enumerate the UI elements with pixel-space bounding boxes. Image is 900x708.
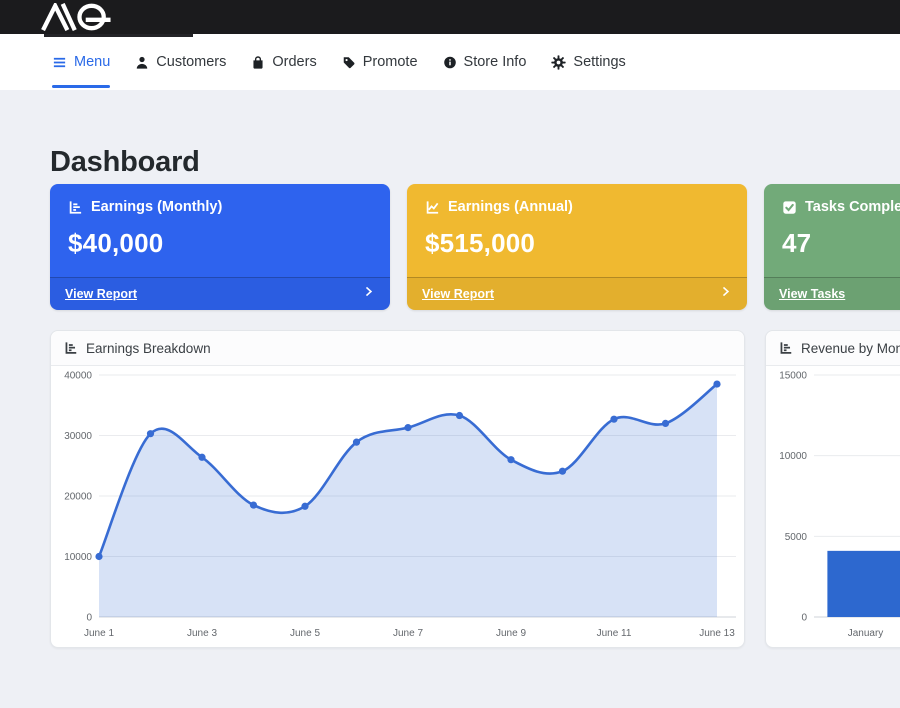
bar-chart-icon (68, 200, 83, 215)
svg-text:10000: 10000 (64, 552, 92, 563)
tag-icon (342, 55, 356, 70)
line-chart-icon (425, 200, 440, 215)
nav-item-label: Store Info (464, 54, 527, 70)
panel-header: Revenue by Month (766, 331, 900, 366)
svg-text:June 7: June 7 (393, 628, 423, 639)
nav-item-menu[interactable]: Menu (52, 34, 110, 90)
svg-text:June 9: June 9 (496, 628, 526, 639)
card-title: Earnings (Monthly) (91, 199, 222, 215)
info-icon (443, 55, 457, 70)
nav-item-label: Menu (74, 54, 110, 70)
bag-icon (251, 55, 265, 70)
card-value: $515,000 (407, 215, 747, 259)
brand-logo-icon (40, 3, 132, 31)
card-earnings-annual: Earnings (Annual) $515,000 View Report (407, 184, 747, 310)
view-report-link[interactable]: View Report (65, 287, 137, 301)
panel-earnings-breakdown: Earnings Breakdown 0 10000 20000 30000 40000… (50, 330, 745, 648)
svg-text:0: 0 (86, 613, 92, 624)
svg-text:5000: 5000 (785, 532, 808, 543)
nav-item-label: Customers (156, 54, 226, 70)
bar-chart-icon (64, 341, 78, 355)
svg-text:15000: 15000 (779, 371, 807, 382)
check-square-icon (782, 200, 797, 215)
svg-text:30000: 30000 (64, 431, 92, 442)
card-value: $40,000 (50, 215, 390, 259)
svg-text:June 1: June 1 (84, 628, 114, 639)
svg-text:June 13: June 13 (699, 628, 735, 639)
panel-title: Earnings Breakdown (86, 341, 211, 356)
svg-text:10000: 10000 (779, 451, 807, 462)
page-title: Dashboard (50, 146, 200, 179)
card-title: Tasks Completed (805, 199, 900, 215)
dashboard-screen: Menu Customers Orders Promote Store I (0, 0, 900, 708)
chevron-right-icon (719, 285, 732, 303)
nav-item-label: Settings (573, 54, 625, 70)
chevron-right-icon (362, 285, 375, 303)
panel-header: Earnings Breakdown (51, 331, 744, 366)
card-footer: View Report (407, 277, 747, 310)
card-earnings-monthly: Earnings (Monthly) $40,000 View Report (50, 184, 390, 310)
svg-text:January: January (848, 628, 884, 639)
top-app-bar (0, 0, 900, 34)
nav-item-store-info[interactable]: Store Info (443, 34, 527, 90)
panel-title: Revenue by Month (801, 341, 900, 356)
svg-text:0: 0 (801, 613, 807, 624)
card-footer: View Tasks (764, 277, 900, 310)
nav-item-promote[interactable]: Promote (342, 34, 418, 90)
card-value: 47 (764, 215, 900, 259)
card-footer: View Report (50, 277, 390, 310)
active-tab-indicator (52, 85, 110, 88)
card-tasks-completed: Tasks Completed 47 View Tasks (764, 184, 900, 310)
card-title: Earnings (Annual) (448, 199, 573, 215)
gear-icon (551, 55, 566, 70)
brand-logo[interactable] (40, 2, 132, 32)
svg-text:June 3: June 3 (187, 628, 217, 639)
svg-text:June 5: June 5 (290, 628, 320, 639)
person-icon (135, 55, 149, 70)
nav-item-orders[interactable]: Orders (251, 34, 316, 90)
nav-item-label: Promote (363, 54, 418, 70)
bar-chart-icon (779, 341, 793, 355)
svg-text:June 11: June 11 (597, 628, 632, 639)
revenue-by-month-chart: 0 5000 10000 15000 January (766, 366, 900, 647)
hamburger-icon (52, 55, 67, 70)
view-tasks-link[interactable]: View Tasks (779, 287, 845, 301)
view-report-link[interactable]: View Report (422, 287, 494, 301)
stat-cards-row: Earnings (Monthly) $40,000 View Report E… (50, 184, 900, 310)
main-navbar: Menu Customers Orders Promote Store I (0, 34, 900, 90)
nav-item-settings[interactable]: Settings (551, 34, 625, 90)
nav-item-label: Orders (272, 54, 316, 70)
svg-text:20000: 20000 (64, 492, 92, 503)
svg-text:40000: 40000 (64, 371, 92, 382)
panel-revenue-by-month: Revenue by Month 0 5000 10000 15000 January (765, 330, 900, 648)
brand-shadow (44, 34, 193, 37)
nav-item-customers[interactable]: Customers (135, 34, 226, 90)
earnings-breakdown-chart: 0 10000 20000 30000 40000 June 1 June 3 June 5 J… (51, 366, 744, 647)
